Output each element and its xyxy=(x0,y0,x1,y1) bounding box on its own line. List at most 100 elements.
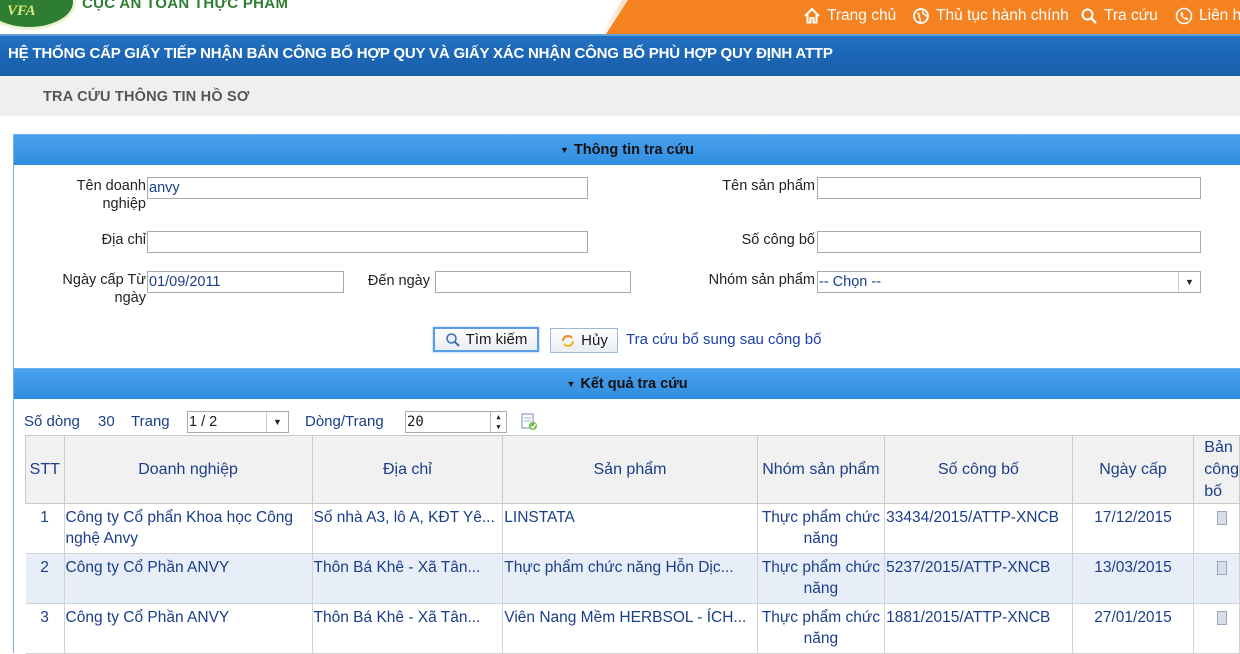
company-label: Tên doanh nghiệp xyxy=(40,177,146,213)
per-page-stepper[interactable]: 20 ▲ ▼ xyxy=(405,411,507,433)
table-row[interactable]: 3 Công ty Cổ Phần ANVY Thôn Bá Khê - Xã … xyxy=(25,603,1240,654)
nav-lookup[interactable]: Tra cứu xyxy=(1080,3,1158,29)
agency-logo[interactable]: VFA xyxy=(0,0,76,30)
table-row[interactable]: 2 Công ty Cổ Phần ANVY Thôn Bá Khê - Xã … xyxy=(25,553,1240,604)
announce-number-input[interactable] xyxy=(817,231,1201,253)
search-button-label: Tìm kiếm xyxy=(465,331,528,348)
product-group-select[interactable]: -- Chọn -- ▼ xyxy=(817,271,1201,293)
table-header-row: STT Doanh nghiệp Địa chỉ Sản phẩm Nhóm s… xyxy=(25,435,1240,504)
home-icon xyxy=(804,7,820,24)
chevron-down-icon[interactable]: ▼ xyxy=(1178,272,1200,292)
col-header-company[interactable]: Doanh nghiệp xyxy=(63,435,313,504)
supplement-lookup-link[interactable]: Tra cứu bổ sung sau công bố xyxy=(626,331,821,348)
address-input[interactable] xyxy=(147,231,588,253)
cell-product-group: Thực phẩm chức năng xyxy=(757,553,886,604)
magnifier-icon xyxy=(445,332,460,347)
caret-down-icon: ▼ xyxy=(560,145,569,155)
page-title: TRA CỨU THÔNG TIN HỒ SƠ xyxy=(43,89,250,105)
phone-icon xyxy=(1175,7,1193,25)
results-panel-header[interactable]: ▼ Kết quả tra cứu xyxy=(14,368,1240,399)
document-icon[interactable] xyxy=(1217,611,1228,625)
page-select-value: 1 / 2 xyxy=(189,414,218,430)
col-header-announcement[interactable]: Bản công bố xyxy=(1193,435,1240,504)
cancel-button[interactable]: Hủy xyxy=(550,328,618,353)
product-group-label: Nhóm sản phẩm xyxy=(708,272,815,288)
document-icon[interactable] xyxy=(1217,511,1228,525)
cell-announce-number[interactable]: 33434/2015/ATTP-XNCB xyxy=(884,503,1073,554)
nav-lookup-label: Tra cứu xyxy=(1104,7,1158,24)
date-from-label-line1: Ngày cấp Từ xyxy=(62,272,146,288)
search-panel-title: Thông tin tra cứu xyxy=(573,142,694,158)
col-header-product-group[interactable]: Nhóm sản phẩm xyxy=(756,435,886,504)
nav-admin-procedures[interactable]: Thủ tục hành chính xyxy=(912,3,1069,29)
cancel-button-label: Hủy xyxy=(581,332,608,349)
page-select[interactable]: 1 / 2 ▼ xyxy=(187,411,289,433)
cell-stt: 2 xyxy=(25,553,65,604)
cell-product-group: Thực phẩm chức năng xyxy=(757,503,886,554)
company-input[interactable] xyxy=(147,177,588,199)
cell-announcement[interactable] xyxy=(1193,553,1240,604)
col-header-product[interactable]: Sản phẩm xyxy=(502,435,758,504)
per-page-label: Dòng/Trang xyxy=(305,413,384,430)
table-row[interactable]: 1 Công ty Cổ phẩn Khoa học Công nghệ Anv… xyxy=(25,503,1240,554)
nav-contact-label: Liên hệ xyxy=(1199,7,1240,24)
results-table: STT Doanh nghiệp Địa chỉ Sản phẩm Nhóm s… xyxy=(25,435,1240,654)
cell-issue-date: 17/12/2015 xyxy=(1072,503,1195,554)
caret-down-icon: ▼ xyxy=(566,379,576,389)
search-button[interactable]: Tìm kiếm xyxy=(433,327,539,352)
cell-product[interactable]: LINSTATA xyxy=(502,503,758,554)
nav-home[interactable]: Trang chủ xyxy=(803,3,896,29)
cell-company[interactable]: Công ty Cổ Phần ANVY xyxy=(64,553,313,604)
company-label-line1: Tên doanh xyxy=(76,178,146,194)
cell-announcement[interactable] xyxy=(1193,603,1240,654)
date-from-input[interactable] xyxy=(147,271,344,293)
cell-announce-number[interactable]: 5237/2015/ATTP-XNCB xyxy=(884,553,1073,604)
stepper-down-icon[interactable]: ▼ xyxy=(490,422,506,432)
rows-count: 30 xyxy=(98,413,115,430)
globe-icon xyxy=(913,8,929,24)
cell-product[interactable]: Thực phẩm chức năng Hỗn Dịc... xyxy=(502,553,758,604)
cell-stt: 3 xyxy=(25,603,65,654)
cell-announcement[interactable] xyxy=(1193,503,1240,554)
page-label: Trang xyxy=(131,413,170,430)
cell-announce-number[interactable]: 1881/2015/ATTP-XNCB xyxy=(884,603,1073,654)
col-header-issue-date[interactable]: Ngày cấp xyxy=(1071,435,1195,504)
per-page-value: 20 xyxy=(407,414,424,430)
system-title-bar: HỆ THỐNG CẤP GIẤY TIẾP NHẬN BẢN CÔNG BỐ … xyxy=(0,34,1240,76)
date-from-label-line2: ngày xyxy=(114,290,146,306)
agency-name: CỤC AN TOÀN THỰC PHẨM xyxy=(82,0,289,12)
cell-issue-date: 13/03/2015 xyxy=(1072,553,1195,604)
top-header: VFA CỤC AN TOÀN THỰC PHẨM Trang chủ Thủ … xyxy=(0,0,1240,34)
cell-stt: 1 xyxy=(25,503,65,554)
product-input[interactable] xyxy=(817,177,1201,199)
cell-company[interactable]: Công ty Cổ phẩn Khoa học Công nghệ Anvy xyxy=(64,503,313,554)
col-header-address[interactable]: Địa chỉ xyxy=(311,435,504,504)
cell-company[interactable]: Công ty Cổ Phần ANVY xyxy=(64,603,313,654)
announce-number-label: Số công bố xyxy=(741,232,815,248)
search-panel-header[interactable]: ▼ Thông tin tra cứu xyxy=(14,134,1240,165)
date-to-label: Đến ngày xyxy=(367,273,430,289)
search-icon xyxy=(1081,8,1097,24)
cell-product[interactable]: Viên Nang Mềm HERBSOL - ÍCH... xyxy=(502,603,758,654)
col-header-stt[interactable]: STT xyxy=(25,435,65,504)
col-header-announce-number[interactable]: Số công bố xyxy=(884,435,1073,504)
page-heading-bar: TRA CỨU THÔNG TIN HỒ SƠ xyxy=(0,76,1240,116)
nav-admin-procedures-label: Thủ tục hành chính xyxy=(936,7,1069,24)
date-from-label: Ngày cấp Từ ngày xyxy=(30,271,146,307)
refresh-icon xyxy=(562,334,575,347)
logo-text: VFA xyxy=(7,3,36,19)
nav-contact[interactable]: Liên hệ xyxy=(1175,3,1240,29)
cell-address: Số nhà A3, lô A, KĐT Yê... xyxy=(312,503,504,554)
cell-issue-date: 27/01/2015 xyxy=(1072,603,1195,654)
cell-address: Thôn Bá Khê - Xã Tân... xyxy=(312,603,504,654)
cell-address: Thôn Bá Khê - Xã Tân... xyxy=(312,553,504,604)
nav-home-label: Trang chủ xyxy=(827,7,897,24)
date-to-input[interactable] xyxy=(435,271,631,293)
company-label-line2: nghiệp xyxy=(102,196,146,212)
cell-product-group: Thực phẩm chức năng xyxy=(757,603,886,654)
product-group-value: -- Chọn -- xyxy=(819,274,882,290)
export-icon[interactable] xyxy=(520,413,538,431)
rows-label: Số dòng xyxy=(24,413,80,430)
document-icon[interactable] xyxy=(1217,561,1228,575)
chevron-down-icon[interactable]: ▼ xyxy=(266,412,288,432)
